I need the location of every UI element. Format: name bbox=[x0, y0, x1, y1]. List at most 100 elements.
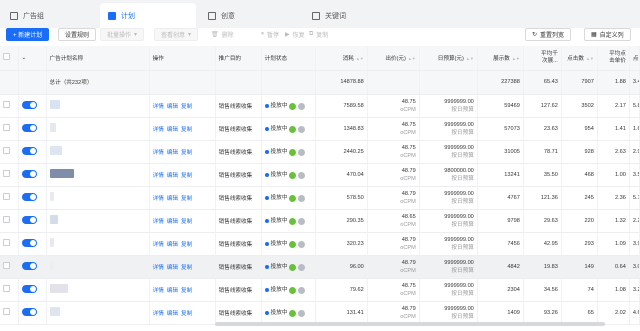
detail-link[interactable]: 详情 bbox=[153, 242, 164, 248]
header-spend[interactable]: 消耗 ▲▼ bbox=[315, 46, 368, 71]
detail-link[interactable]: 详情 bbox=[153, 219, 164, 225]
plan-name-cell[interactable] bbox=[46, 232, 150, 256]
table-row[interactable]: 详情 编辑 复制 销售线索收集 投放中 7589.58 48.75 oCPM 9999999.0… bbox=[0, 94, 640, 118]
edit-link[interactable]: 编辑 bbox=[167, 127, 178, 133]
tab-keyword[interactable]: 关键词 bbox=[308, 3, 404, 28]
copy-link[interactable]: 复制 bbox=[181, 219, 192, 225]
edit-link[interactable]: 编辑 bbox=[167, 196, 178, 202]
row-checkbox[interactable] bbox=[3, 239, 10, 246]
row-checkbox[interactable] bbox=[3, 262, 10, 269]
new-plan-button[interactable]: + 新建计划 bbox=[6, 28, 50, 41]
copy-button[interactable]: ⧉ 复制 bbox=[302, 28, 335, 41]
row-checkbox[interactable] bbox=[3, 285, 10, 292]
delete-button[interactable]: 🗑 删除 bbox=[204, 28, 241, 41]
detail-link[interactable]: 详情 bbox=[153, 311, 164, 317]
table-row[interactable]: 详情 编辑 复制 销售线索收集 投放中 320.23 48.79 oCPM 9999999.00… bbox=[0, 232, 640, 256]
bulk-ops-dropdown[interactable]: 批量操作 ▾ bbox=[100, 28, 145, 41]
status-toggle[interactable] bbox=[21, 169, 37, 178]
plan-name-cell[interactable] bbox=[46, 163, 150, 187]
copy-link[interactable]: 复制 bbox=[181, 288, 192, 294]
status-toggle[interactable] bbox=[21, 146, 37, 155]
bid-cell[interactable]: 48.75 oCPM bbox=[367, 278, 420, 302]
edit-link[interactable]: 编辑 bbox=[167, 311, 178, 317]
budget-cell[interactable]: 9999999.00 按日预算 bbox=[419, 278, 478, 302]
budget-cell[interactable]: 9999999.00 按日预算 bbox=[419, 301, 478, 325]
view-creative-dropdown[interactable]: 查看创意 ▾ bbox=[154, 28, 199, 41]
status-toggle[interactable] bbox=[21, 123, 37, 132]
status-toggle[interactable] bbox=[21, 215, 37, 224]
copy-link[interactable]: 复制 bbox=[181, 127, 192, 133]
edit-link[interactable]: 编辑 bbox=[167, 242, 178, 248]
copy-link[interactable]: 复制 bbox=[181, 104, 192, 110]
bid-cell[interactable]: 48.79 oCPM bbox=[367, 186, 420, 210]
header-cpc[interactable]: 平均点 击单价 bbox=[597, 46, 630, 71]
budget-cell[interactable]: 9999999.00 按日预算 bbox=[419, 117, 478, 141]
bid-cell[interactable]: 48.75 oCPM bbox=[367, 140, 420, 164]
status-toggle[interactable] bbox=[21, 284, 37, 293]
row-checkbox[interactable] bbox=[3, 124, 10, 131]
status-toggle[interactable] bbox=[21, 261, 37, 270]
edit-link[interactable]: 编辑 bbox=[167, 219, 178, 225]
row-checkbox[interactable] bbox=[3, 147, 10, 154]
budget-cell[interactable]: 9999999.00 按日预算 bbox=[419, 232, 478, 256]
copy-link[interactable]: 复制 bbox=[181, 196, 192, 202]
budget-cell[interactable]: 9999999.00 按日预算 bbox=[419, 186, 478, 210]
set-rules-button[interactable]: 设置规则 bbox=[58, 28, 97, 41]
budget-cell[interactable]: 9999999.00 按日预算 bbox=[419, 94, 478, 118]
header-budget[interactable]: 日预算(元) ▲▼ bbox=[419, 46, 478, 71]
bid-cell[interactable]: 48.65 oCPM bbox=[367, 209, 420, 233]
edit-link[interactable]: 编辑 bbox=[167, 150, 178, 156]
row-checkbox[interactable] bbox=[3, 101, 10, 108]
tab-ad-group[interactable]: 广告组 bbox=[6, 3, 96, 28]
custom-columns-button[interactable]: ▦ 自定义列 bbox=[584, 28, 631, 41]
plan-name-cell[interactable] bbox=[46, 186, 150, 210]
header-ctr[interactable]: 点击率 bbox=[629, 46, 640, 71]
detail-link[interactable]: 详情 bbox=[153, 127, 164, 133]
tab-creative[interactable]: 创意 bbox=[204, 3, 300, 28]
row-checkbox[interactable] bbox=[3, 193, 10, 200]
plan-name-cell[interactable] bbox=[46, 278, 150, 302]
horizontal-scrollbar[interactable] bbox=[215, 322, 605, 326]
plan-name-cell[interactable] bbox=[46, 94, 150, 118]
plan-name-cell[interactable] bbox=[46, 117, 150, 141]
budget-cell[interactable]: 9999999.00 按日预算 bbox=[419, 209, 478, 233]
table-row[interactable]: 详情 编辑 复制 销售线索收集 投放中 470.04 48.79 oCPM 9800000.00… bbox=[0, 163, 640, 187]
copy-link[interactable]: 复制 bbox=[181, 242, 192, 248]
reset-columns-button[interactable]: ↻ 重置列宽 bbox=[525, 28, 572, 41]
select-all-checkbox[interactable] bbox=[3, 53, 10, 61]
chevron-down-icon[interactable]: ⌄ bbox=[22, 55, 27, 61]
copy-link[interactable]: 复制 bbox=[181, 311, 192, 317]
plan-name-cell[interactable] bbox=[46, 140, 150, 164]
budget-cell[interactable]: 9999999.00 按日预算 bbox=[419, 255, 478, 279]
budget-cell[interactable]: 9999999.00 按日预算 bbox=[419, 140, 478, 164]
table-row[interactable]: 详情 编辑 复制 销售线索收集 投放中 578.50 48.79 oCPM 9999999.00… bbox=[0, 186, 640, 210]
tab-plan[interactable]: 计划 bbox=[100, 3, 196, 28]
status-toggle[interactable] bbox=[21, 238, 37, 247]
copy-link[interactable]: 复制 bbox=[181, 173, 192, 179]
table-row[interactable]: 详情 编辑 复制 销售线索收集 投放中 290.35 48.65 oCPM 9999999.00… bbox=[0, 209, 640, 233]
bid-cell[interactable]: 48.79 oCPM bbox=[367, 232, 420, 256]
header-bid[interactable]: 出价(元) ▲▼ bbox=[367, 46, 420, 71]
status-toggle[interactable] bbox=[21, 100, 37, 109]
bid-cell[interactable]: 48.75 oCPM bbox=[367, 117, 420, 141]
detail-link[interactable]: 详情 bbox=[153, 104, 164, 110]
table-row[interactable]: 详情 编辑 复制 销售线索收集 投放中 1348.83 48.75 oCPM 9999999.0… bbox=[0, 117, 640, 141]
bid-cell[interactable]: 48.79 oCPM bbox=[367, 163, 420, 187]
header-impressions[interactable]: 展示数 ▲▼ bbox=[477, 46, 524, 71]
detail-link[interactable]: 详情 bbox=[153, 265, 164, 271]
row-checkbox[interactable] bbox=[3, 308, 10, 315]
detail-link[interactable]: 详情 bbox=[153, 288, 164, 294]
header-clicks[interactable]: 点击数 ▲▼ bbox=[561, 46, 598, 71]
copy-link[interactable]: 复制 bbox=[181, 150, 192, 156]
plan-name-cell[interactable] bbox=[46, 255, 150, 279]
plan-name-cell[interactable] bbox=[46, 301, 150, 325]
status-toggle[interactable] bbox=[21, 192, 37, 201]
table-row[interactable]: 详情 编辑 复制 销售线索收集 投放中 2440.25 48.75 oCPM 9999999.0… bbox=[0, 140, 640, 164]
edit-link[interactable]: 编辑 bbox=[167, 104, 178, 110]
row-checkbox[interactable] bbox=[3, 216, 10, 223]
detail-link[interactable]: 详情 bbox=[153, 173, 164, 179]
bid-cell[interactable]: 48.79 oCPM bbox=[367, 255, 420, 279]
table-row[interactable]: 详情 编辑 复制 销售线索收集 投放中 79.62 48.75 oCPM 9999999.00 按… bbox=[0, 278, 640, 302]
header-cpm[interactable]: 平均千 次展... bbox=[523, 46, 562, 71]
edit-link[interactable]: 编辑 bbox=[167, 288, 178, 294]
